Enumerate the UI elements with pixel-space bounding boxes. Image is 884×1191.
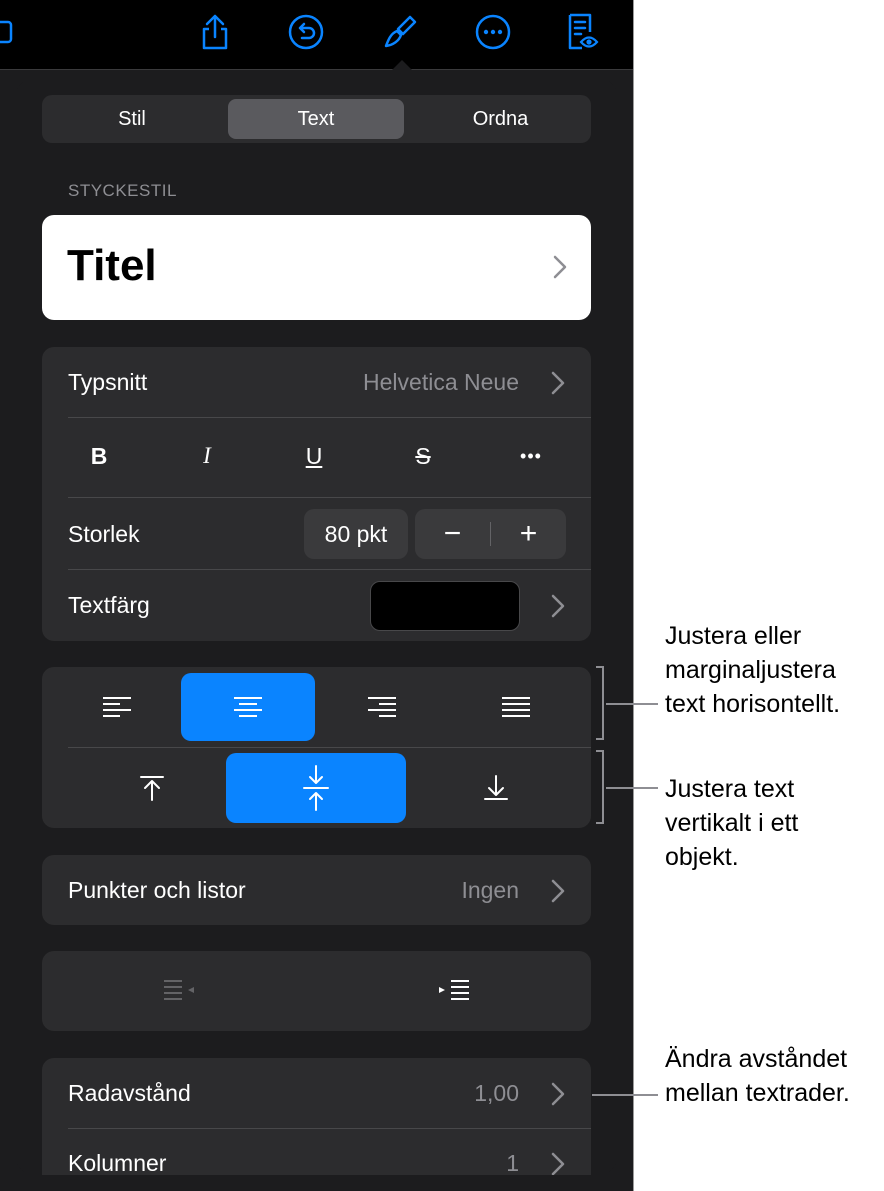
more-icon[interactable] [471, 10, 515, 54]
callout-bracket [596, 750, 604, 824]
annotation-vertical: Justera text vertikalt i ett objekt. [665, 775, 799, 871]
increase-indent-button[interactable] [316, 951, 591, 1031]
chevron-right-icon [551, 1082, 565, 1111]
font-row[interactable]: Typsnitt Helvetica Neue [42, 347, 591, 417]
italic-button[interactable]: I [177, 443, 237, 471]
annotation-spacing: Ändra avståndet mellan textrader. [665, 1045, 850, 1107]
strikethrough-button[interactable]: S [393, 443, 453, 471]
size-label: Storlek [68, 521, 140, 547]
toolbar [0, 0, 633, 70]
valign-middle-icon [303, 765, 329, 811]
line-spacing-value: 1,00 [474, 1080, 519, 1106]
align-left-icon [103, 697, 131, 717]
document-view-icon[interactable] [560, 10, 604, 54]
format-brush-icon[interactable] [378, 10, 422, 54]
columns-value: 1 [506, 1150, 519, 1175]
indent-group [42, 951, 591, 1031]
valign-top-button[interactable] [62, 754, 242, 822]
valign-middle-button[interactable] [226, 753, 406, 823]
font-size-field[interactable]: 80 pkt [304, 509, 408, 559]
chevron-right-icon [551, 594, 565, 623]
outdent-icon [164, 980, 194, 1000]
tab-text[interactable]: Text [228, 99, 404, 139]
decrease-indent-button[interactable] [42, 951, 316, 1031]
paragraph-style-button[interactable]: Titel [42, 215, 591, 320]
bold-button[interactable]: B [69, 443, 129, 471]
font-size-stepper: − + [415, 509, 566, 559]
paragraph-style-value: Titel [67, 241, 157, 290]
align-justify-icon [502, 697, 530, 717]
chevron-right-icon [551, 1152, 565, 1175]
decrease-size-button[interactable]: − [415, 509, 490, 559]
underline-button[interactable]: U [284, 443, 344, 471]
annotation-horizontal: Justera eller marginaljustera text horis… [665, 622, 841, 718]
divider [68, 497, 591, 498]
increase-size-button[interactable]: + [491, 509, 566, 559]
alignment-group [42, 667, 591, 828]
columns-label: Kolumner [68, 1150, 167, 1175]
callout-line [606, 787, 658, 789]
valign-bottom-icon [484, 775, 508, 800]
chevron-right-icon [551, 879, 565, 908]
popover-arrow [384, 60, 420, 78]
indent-icon [438, 980, 469, 1000]
line-spacing-row[interactable]: Radavstånd 1,00 [42, 1058, 591, 1128]
valign-bottom-button[interactable] [406, 754, 586, 822]
text-color-label: Textfärg [68, 592, 150, 618]
chevron-right-icon [551, 371, 565, 400]
valign-top-icon [140, 776, 164, 801]
paragraph-style-label: STYCKESTIL [68, 181, 177, 200]
font-group: Typsnitt Helvetica Neue B I U S ••• Stor… [42, 347, 591, 641]
more-text-options-button[interactable]: ••• [501, 446, 561, 474]
divider [68, 569, 591, 570]
tab-ordna[interactable]: Ordna [414, 99, 587, 139]
chevron-right-icon [553, 255, 567, 284]
align-center-button[interactable] [181, 673, 315, 741]
undo-icon[interactable] [284, 10, 328, 54]
format-tabs: Stil Text Ordna [42, 95, 591, 143]
align-right-icon [368, 697, 396, 717]
align-center-icon [234, 697, 262, 717]
ipad-screen: Stil Text Ordna STYCKESTIL Titel Typsnit… [0, 0, 634, 1191]
align-justify-button[interactable] [449, 673, 583, 741]
divider [68, 747, 591, 748]
share-icon[interactable] [193, 10, 237, 54]
tab-stil[interactable]: Stil [46, 99, 218, 139]
columns-row[interactable]: Kolumner 1 [42, 1128, 591, 1175]
format-popover: Stil Text Ordna STYCKESTIL Titel Typsnit… [16, 78, 617, 1175]
spacing-group: Radavstånd 1,00 Kolumner 1 [42, 1058, 591, 1175]
font-value: Helvetica Neue [363, 369, 519, 395]
divider [68, 417, 591, 418]
callout-bracket [596, 666, 604, 740]
font-label: Typsnitt [68, 369, 148, 395]
align-right-button[interactable] [315, 673, 449, 741]
photo-icon[interactable] [0, 10, 22, 54]
callout-line [606, 703, 658, 705]
bullets-label: Punkter och listor [68, 877, 246, 903]
bullets-value: Ingen [461, 877, 519, 903]
line-spacing-label: Radavstånd [68, 1080, 191, 1106]
align-left-button[interactable] [50, 673, 184, 741]
bullets-row[interactable]: Punkter och listor Ingen [42, 855, 591, 925]
text-color-swatch[interactable] [370, 581, 520, 631]
callout-line [592, 1094, 658, 1096]
